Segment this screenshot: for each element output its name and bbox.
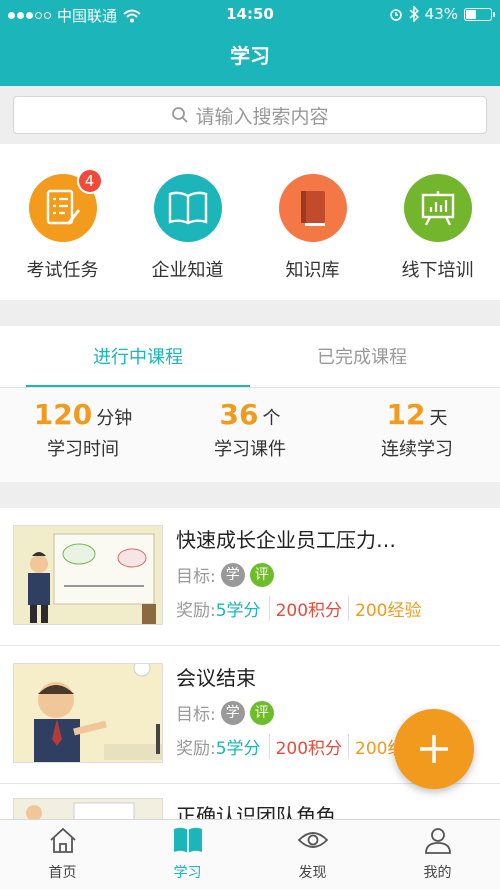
- quick-actions: 4 考试任务 企业知道 知识库 线下培训: [0, 144, 500, 300]
- course-reward: 奖励: 5学分 200积分 200经验: [176, 596, 421, 621]
- stat-unit: 天: [429, 408, 448, 429]
- reward-credits: 5学分: [216, 734, 270, 759]
- quick-action-offline-training[interactable]: 线下培训: [375, 174, 500, 282]
- tab-completed[interactable]: 已完成课程: [237, 326, 487, 388]
- quick-action-label: 知识库: [285, 260, 340, 281]
- tab-label: 我的: [423, 865, 452, 881]
- search-section: 请输入搜索内容: [0, 86, 500, 144]
- quick-action-label: 线下培训: [401, 260, 474, 281]
- bottom-tab-bar: 首页 学习 发现 我的: [0, 819, 500, 889]
- quick-action-label: 企业知道: [151, 260, 224, 281]
- course-item[interactable]: 正确认识团队角色: [0, 784, 500, 819]
- learn-tag: 学: [220, 700, 245, 725]
- course-goal: 目标: 学 评: [176, 562, 274, 587]
- tab-mine[interactable]: 我的: [375, 826, 500, 882]
- search-icon: [172, 107, 189, 123]
- checklist-icon: 4: [28, 168, 103, 242]
- bluetooth-icon: [409, 6, 419, 22]
- status-bar: 中国联通 14:50 43%: [0, 0, 500, 30]
- open-book-icon: [153, 174, 222, 242]
- reward-credits: 5学分: [216, 596, 270, 621]
- goal-label: 目标:: [176, 567, 216, 587]
- reward-points: 200积分: [270, 734, 350, 759]
- stat-study-time: 120 分钟 学习时间: [0, 398, 166, 461]
- alarm-icon: [389, 9, 402, 21]
- home-icon: [49, 827, 76, 853]
- stat-label: 学习时间: [47, 439, 119, 460]
- stat-courseware: 36 个 学习课件: [167, 398, 333, 461]
- course-title: 会议结束: [176, 666, 256, 690]
- nav-bar: 学习: [0, 30, 500, 86]
- course-thumbnail: [13, 798, 163, 819]
- book-icon: [173, 827, 202, 853]
- course-item[interactable]: 快速成长企业员工压力… 目标: 学 评 奖励: 5学分 200积分 200经验: [0, 508, 500, 646]
- stat-unit: 分钟: [96, 408, 133, 429]
- evaluate-tag: 评: [249, 700, 274, 725]
- quick-action-label: 考试任务: [26, 260, 99, 281]
- tab-study[interactable]: 学习: [125, 826, 250, 882]
- eye-icon: [297, 832, 328, 848]
- stat-value: 120: [33, 398, 93, 431]
- reward-exp: 200经验: [355, 601, 422, 621]
- battery-level: [466, 9, 477, 19]
- tab-label: 首页: [48, 865, 77, 881]
- page-title: 学习: [230, 44, 270, 68]
- stat-label: 连续学习: [381, 439, 453, 460]
- reward-label: 奖励:: [176, 739, 216, 759]
- learning-stats: 120 分钟 学习时间 36 个 学习课件 12 天 连续学习: [0, 388, 500, 482]
- tab-label: 学习: [173, 865, 202, 881]
- stat-value: 36: [219, 398, 259, 431]
- active-tab-indicator: [26, 385, 250, 387]
- notification-badge: 4: [76, 168, 103, 194]
- search-input[interactable]: 请输入搜索内容: [13, 96, 487, 134]
- tab-in-progress[interactable]: 进行中课程: [13, 326, 263, 388]
- search-placeholder: 请输入搜索内容: [195, 105, 329, 128]
- stat-label: 学习课件: [214, 439, 286, 460]
- stat-unit: 个: [262, 408, 281, 429]
- goal-label: 目标:: [176, 705, 216, 725]
- course-thumbnail: [13, 525, 163, 625]
- closed-book-icon: [278, 174, 347, 242]
- plus-icon: [420, 735, 448, 763]
- tab-label: 发现: [298, 865, 327, 881]
- course-thumbnail: [13, 663, 163, 763]
- quick-action-knowledge-base[interactable]: 知识库: [250, 174, 375, 282]
- reward-label: 奖励:: [176, 601, 216, 621]
- reward-points: 200积分: [270, 596, 350, 621]
- course-title: 快速成长企业员工压力…: [176, 528, 396, 552]
- stat-streak: 12 天 连续学习: [334, 398, 500, 461]
- learn-tag: 学: [220, 562, 245, 587]
- course-tabs: 进行中课程 已完成课程: [0, 326, 500, 388]
- evaluate-tag: 评: [249, 562, 274, 587]
- user-icon: [424, 828, 451, 854]
- quick-action-exam-tasks[interactable]: 4 考试任务: [0, 168, 125, 282]
- course-title: 正确认识团队角色: [176, 804, 336, 819]
- course-goal: 目标: 学 评: [176, 700, 274, 725]
- battery-percent: 43%: [424, 5, 458, 23]
- tab-home[interactable]: 首页: [0, 826, 125, 882]
- quick-action-enterprise-knowledge[interactable]: 企业知道: [125, 174, 250, 282]
- stat-value: 12: [386, 398, 426, 431]
- course-reward: 奖励: 5学分 200积分 200经验: [176, 734, 421, 759]
- presentation-board-icon: [403, 174, 472, 242]
- status-right: 43%: [389, 5, 495, 23]
- tab-discover[interactable]: 发现: [250, 826, 375, 882]
- battery-icon: [464, 7, 495, 21]
- add-button[interactable]: [394, 709, 474, 789]
